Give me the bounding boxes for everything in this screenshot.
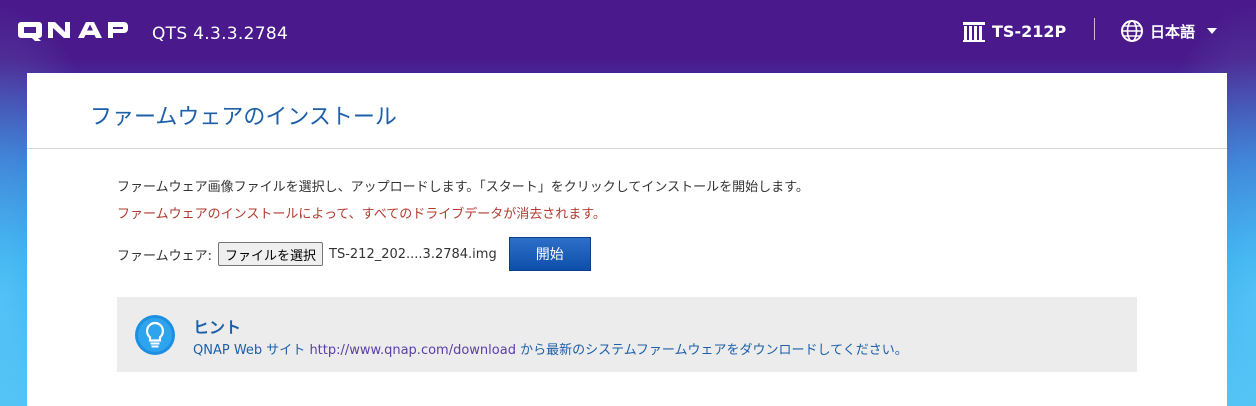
hint-text-prefix: QNAP Web サイト — [193, 343, 310, 358]
data-loss-warning: ファームウェアのインストールによって、すべてのドライブデータが消去されます。 — [117, 207, 606, 222]
lightbulb-icon — [135, 315, 175, 355]
page-title: ファームウェアのインストール — [90, 105, 397, 130]
globe-icon — [1121, 20, 1143, 42]
install-description: ファームウェア画像ファイルを選択し、アップロードします。「スタート」をクリックし… — [117, 180, 809, 195]
start-button[interactable]: 開始 — [508, 237, 591, 271]
hint-title: ヒント — [193, 318, 242, 337]
top-bar: QTS 4.3.3.2784 TS-212P 日本語 — [0, 0, 1256, 66]
firmware-install-panel: ファームウェアのインストール ファームウェア画像ファイルを選択し、アップロードし… — [27, 73, 1227, 406]
language-label: 日本語 — [1150, 22, 1196, 41]
selected-file-name: TS-212_202....3.2784.img — [329, 246, 497, 262]
chevron-down-icon — [1207, 28, 1218, 34]
firmware-row: ファームウェア: ファイルを選択 TS-212_202....3.2784.im… — [117, 237, 591, 271]
choose-file-button[interactable]: ファイルを選択 — [218, 242, 324, 266]
model-label: TS-212P — [992, 21, 1067, 41]
qnap-logo — [18, 18, 138, 42]
language-selector[interactable]: 日本語 — [1120, 18, 1218, 44]
qts-version: QTS 4.3.3.2784 — [152, 24, 289, 44]
panel-header: ファームウェアのインストール — [27, 73, 1227, 149]
header-divider — [1094, 18, 1095, 40]
nas-server-icon — [963, 22, 985, 42]
qnap-download-link[interactable]: http://www.qnap.com/download — [309, 343, 516, 358]
hint-box: ヒント QNAP Web サイト http://www.qnap.com/dow… — [117, 297, 1137, 372]
hint-text: QNAP Web サイト http://www.qnap.com/downloa… — [193, 339, 908, 358]
hint-text-suffix: から最新のシステムファームウェアをダウンロードしてください。 — [515, 343, 908, 358]
model-name: TS-212P — [962, 18, 1066, 44]
firmware-label: ファームウェア: — [117, 248, 212, 264]
